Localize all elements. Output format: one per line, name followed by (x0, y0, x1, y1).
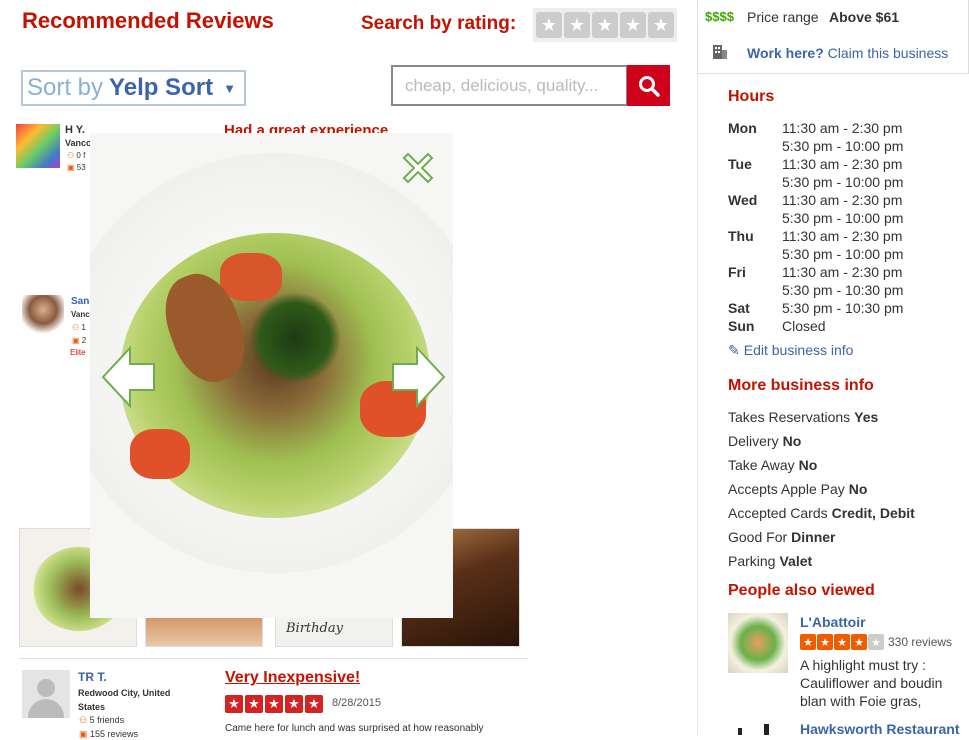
hours-row: Sat 5:30 pm - 10:30 pm (728, 300, 904, 316)
reviewer-review-count: ▣ 2 (72, 336, 87, 345)
star-icon[interactable]: ★ (536, 12, 562, 38)
arrow-left-icon (101, 345, 155, 409)
business-rating-stars: ★ ★ ★ ★ ★ (800, 634, 884, 650)
hours-title: Hours (728, 88, 775, 105)
reviewer-friends: ⚇ 5 friends (79, 715, 125, 725)
star-icon: ★ (305, 695, 323, 713)
star-icon: ★ (285, 695, 303, 713)
review-title[interactable]: Very Inexpensive! (225, 669, 360, 687)
hours-table: Mon 11:30 am - 2:30 pm 5:30 pm - 10:00 pm… (728, 119, 928, 335)
hours-row: 5:30 pm - 10:00 pm (782, 210, 904, 226)
close-lightbox-button[interactable] (398, 148, 438, 188)
info-row: Take Away No (728, 457, 818, 473)
info-row: Accepts Apple Pay No (728, 481, 868, 497)
reviewer-name[interactable]: H Y. (65, 124, 85, 136)
thumbnail-caption: Birthday (286, 621, 343, 636)
hours-row: 5:30 pm - 10:30 pm (782, 282, 904, 298)
more-info-title: More business info (728, 377, 874, 394)
business-thumbnail[interactable] (736, 722, 782, 735)
claim-business-link[interactable]: Work here? Claim this business (747, 45, 948, 61)
reviewer-name[interactable]: TR T. (78, 670, 107, 684)
business-review-count: 330 reviews (888, 635, 953, 649)
review-search-input[interactable]: cheap, delicious, quality... (391, 65, 628, 106)
price-symbol: $$$$ (705, 9, 734, 24)
star-icon: ★ (800, 634, 816, 650)
reviewer-location: Redwood City, United States (78, 688, 171, 712)
search-by-rating-label: Search by rating: (361, 13, 517, 34)
star-icon: ★ (225, 695, 243, 713)
star-icon[interactable]: ★ (564, 12, 590, 38)
star-icon[interactable]: ★ (648, 12, 674, 38)
reviewer-friends: ⚇ 1 (72, 323, 86, 332)
reviewer-location: Vanc (71, 310, 90, 319)
building-icon (712, 43, 728, 59)
star-icon: ★ (245, 695, 263, 713)
star-icon: ★ (265, 695, 283, 713)
info-row: Delivery No (728, 433, 802, 449)
page-title: Recommended Reviews (22, 8, 274, 33)
business-name-link[interactable]: L'Abattoir (800, 614, 866, 630)
sidebar-divider (697, 74, 698, 735)
review-rating-stars: ★ ★ ★ ★ ★ (225, 695, 323, 713)
edit-business-info-link[interactable]: ✎ Edit business info (728, 342, 853, 359)
avatar[interactable] (22, 670, 70, 718)
rating-filter[interactable]: ★ ★ ★ ★ ★ (533, 8, 677, 42)
reviewer-friends: ⚇ 0 f (67, 151, 86, 160)
sort-prefix: Sort by (27, 74, 104, 101)
reviewer-location: Vanco (65, 138, 92, 148)
hours-row: Fri 11:30 am - 2:30 pm (728, 264, 903, 280)
search-icon (638, 75, 660, 97)
star-icon: ★ (868, 634, 884, 650)
pencil-icon: ✎ (728, 342, 740, 358)
hours-row: Wed 11:30 am - 2:30 pm (728, 192, 903, 208)
info-row: Good For Dinner (728, 529, 836, 545)
previous-photo-button[interactable] (100, 345, 156, 409)
star-icon[interactable]: ★ (620, 12, 646, 38)
hours-row: Tue 11:30 am - 2:30 pm (728, 156, 903, 172)
info-row: Parking Valet (728, 553, 813, 569)
hours-row: Sun Closed (728, 318, 826, 334)
review-text: Came here for lunch and was surprised at… (225, 723, 484, 734)
more-info-list: Takes Reservations Yes Delivery No Take Aw… (728, 409, 963, 577)
star-icon: ★ (851, 634, 867, 650)
business-thumbnail[interactable] (728, 613, 788, 673)
next-photo-button[interactable] (391, 345, 447, 409)
avatar[interactable] (16, 124, 60, 168)
elite-badge: Elite (70, 348, 86, 357)
chevron-down-icon: ▼ (223, 80, 236, 96)
price-label: Price range (747, 9, 819, 25)
star-icon: ★ (834, 634, 850, 650)
people-also-viewed-title: People also viewed (728, 582, 875, 599)
hours-row: Mon 11:30 am - 2:30 pm (728, 120, 903, 136)
hours-row: 5:30 pm - 10:00 pm (782, 138, 904, 154)
search-button[interactable] (627, 65, 670, 106)
star-icon: ★ (817, 634, 833, 650)
review-divider (19, 658, 528, 659)
reviewer-review-count: ▣ 53 (67, 163, 86, 172)
sort-dropdown[interactable]: Sort by Yelp Sort ▼ (21, 70, 246, 106)
hours-row: 5:30 pm - 10:00 pm (782, 174, 904, 190)
business-summary-box: $$$$ Price range Above $61 Work here? Cl… (697, 0, 969, 74)
hours-row: 5:30 pm - 10:00 pm (782, 246, 904, 262)
info-row: Accepted Cards Credit, Debit (728, 505, 915, 521)
sort-value: Yelp Sort (109, 74, 214, 101)
info-row: Takes Reservations Yes (728, 409, 879, 425)
hours-row: Thu 11:30 am - 2:30 pm (728, 228, 903, 244)
search-placeholder: cheap, delicious, quality... (405, 75, 599, 95)
avatar[interactable] (22, 295, 64, 337)
arrow-right-icon (392, 345, 446, 409)
review-date: 8/28/2015 (332, 697, 381, 709)
business-snippet: A highlight must try : Cauliflower and b… (800, 657, 943, 712)
close-icon (402, 152, 434, 184)
price-value: Above $61 (829, 9, 900, 25)
star-icon[interactable]: ★ (592, 12, 618, 38)
